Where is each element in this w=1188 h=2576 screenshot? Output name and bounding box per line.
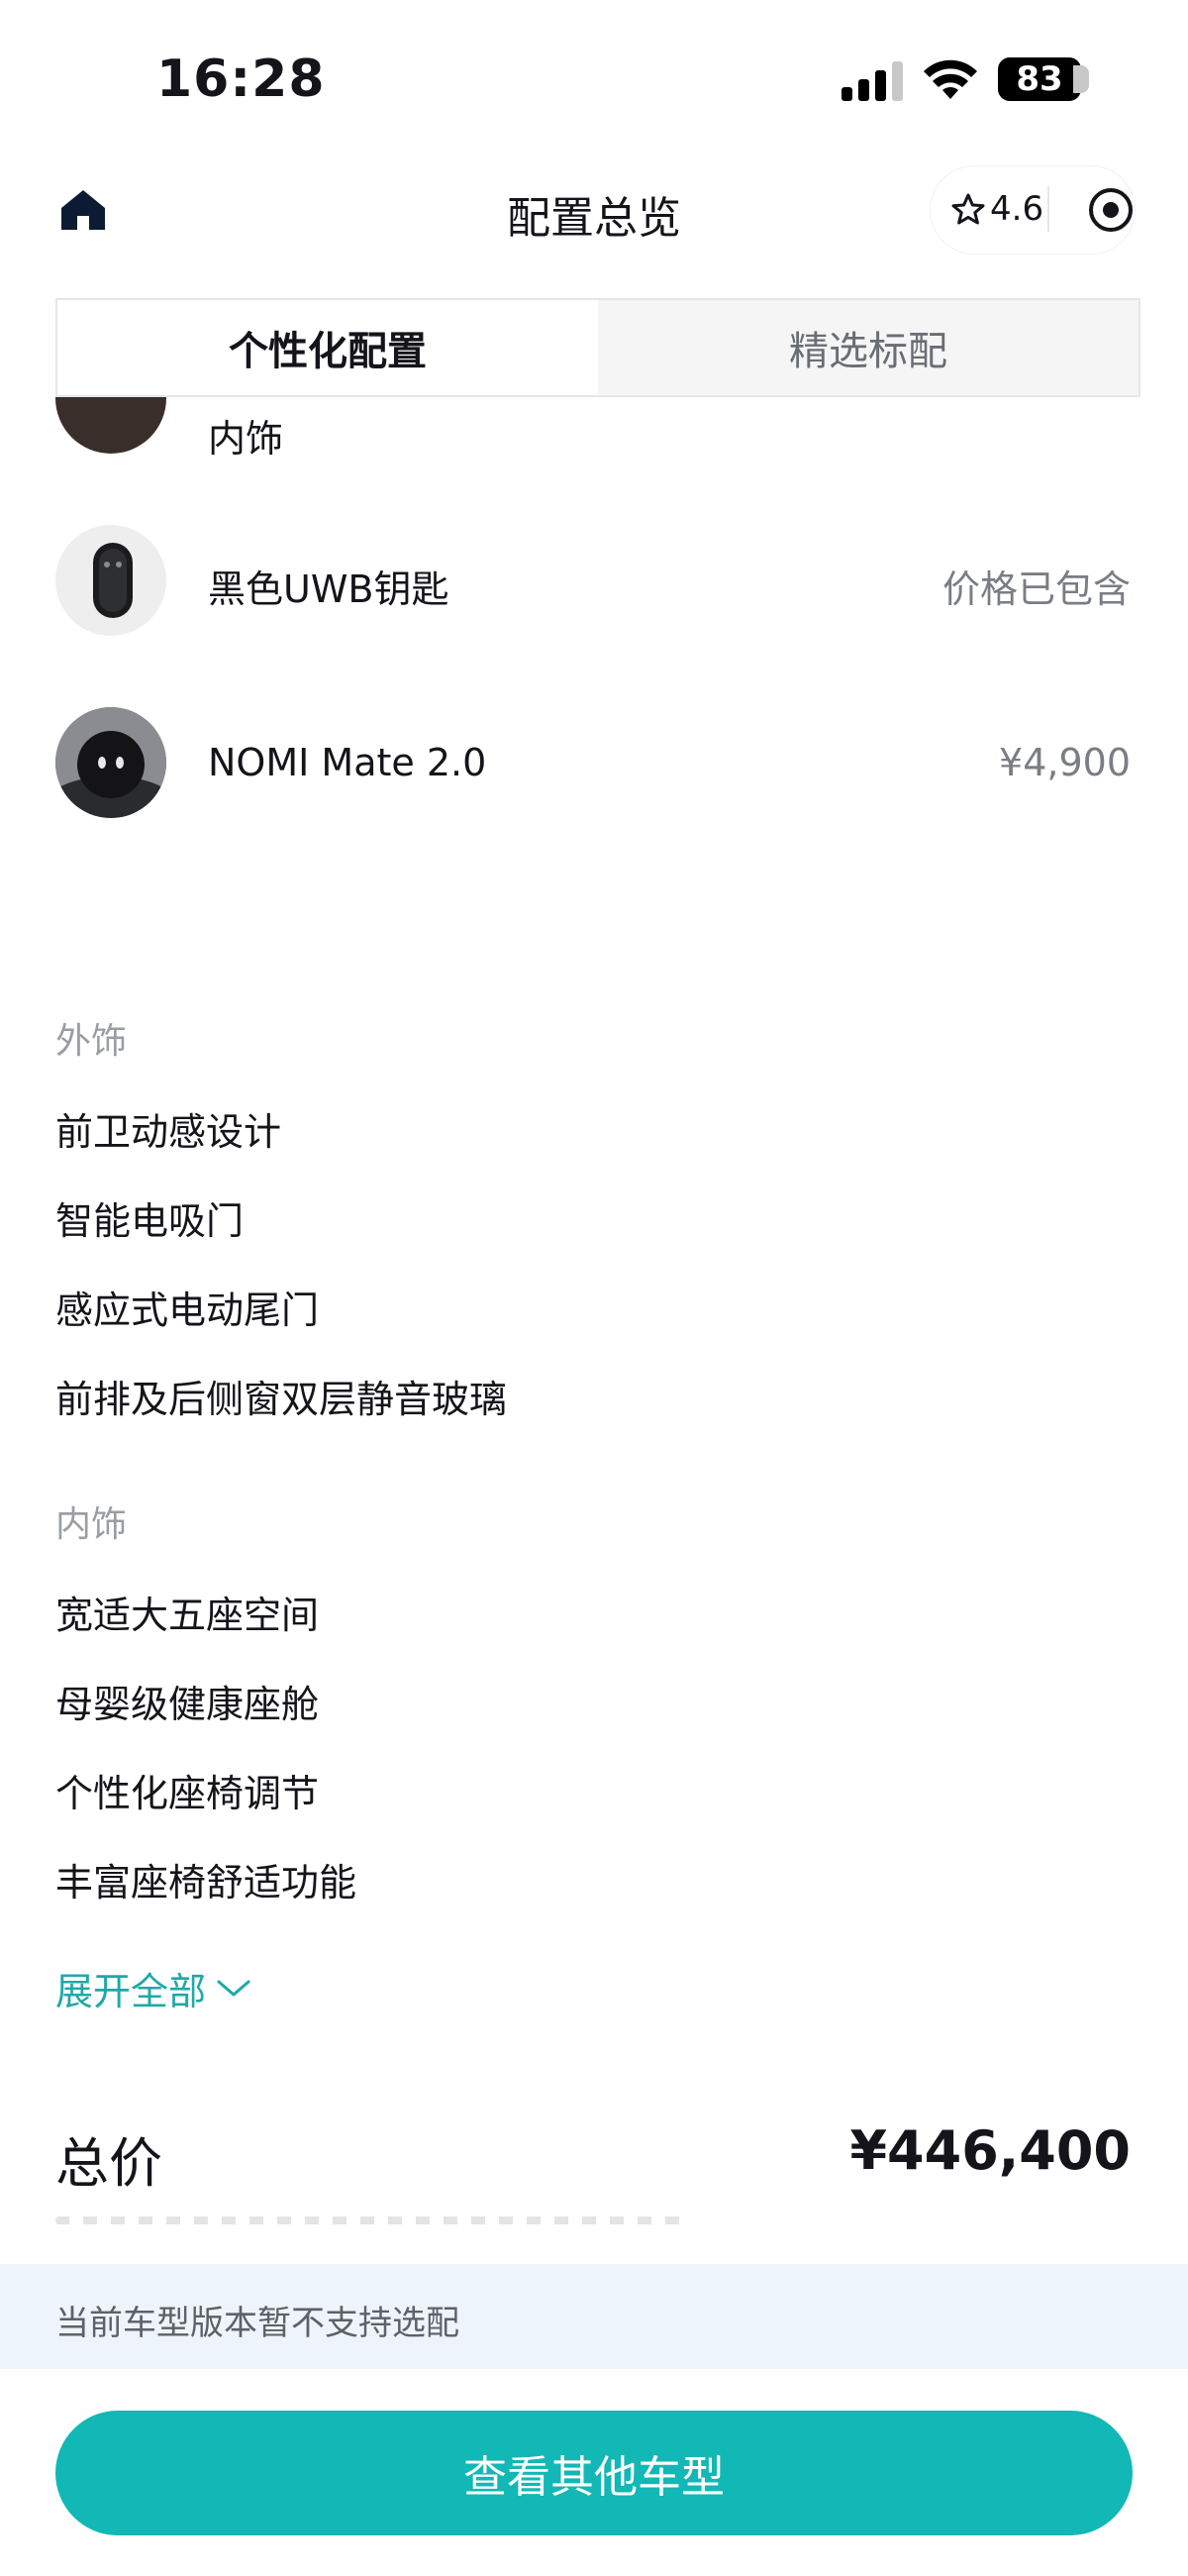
expand-all-label: 展开全部 xyxy=(55,1970,207,2013)
feature-item: 感应式电动尾门 xyxy=(55,1288,320,1332)
feature-item: 前卫动感设计 xyxy=(55,1110,282,1154)
partial-row-label: 内饰 xyxy=(208,417,284,461)
tab-personalized[interactable]: 个性化配置 xyxy=(57,300,598,395)
section-title-interior: 内饰 xyxy=(55,1504,128,1545)
section-title-exterior: 外饰 xyxy=(55,1021,128,1062)
option-label-nomi: NOMI Mate 2.0 xyxy=(208,741,487,784)
price-note-faded xyxy=(55,2216,689,2224)
feature-item: 智能电吸门 xyxy=(55,1199,245,1243)
config-tabs: 个性化配置 精选标配 xyxy=(55,298,1140,397)
wifi-icon xyxy=(924,59,977,99)
status-time: 16:28 xyxy=(156,50,326,109)
option-price-nomi: ¥4,900 xyxy=(999,741,1131,784)
feature-item: 丰富座椅舒适功能 xyxy=(55,1861,357,1905)
cellular-signal-icon xyxy=(842,61,905,101)
target-icon[interactable] xyxy=(1087,186,1135,234)
total-price-value: ¥446,400 xyxy=(849,2119,1131,2182)
chevron-down-icon xyxy=(217,1980,250,1996)
capsule-divider xyxy=(1047,186,1049,232)
feature-item: 个性化座椅调节 xyxy=(55,1772,320,1815)
total-price-label: 总价 xyxy=(55,2132,162,2195)
battery-tip xyxy=(1073,65,1089,93)
view-other-models-button[interactable]: 查看其他车型 xyxy=(55,2411,1133,2535)
rating-value[interactable]: 4.6 xyxy=(990,189,1043,229)
uwb-key-thumbnail xyxy=(55,525,166,636)
notice-text: 当前车型版本暂不支持选配 xyxy=(55,2304,459,2343)
feature-item: 宽适大五座空间 xyxy=(55,1594,320,1637)
feature-item: 前排及后侧窗双层静音玻璃 xyxy=(55,1378,508,1421)
feature-item: 母婴级健康座舱 xyxy=(55,1683,320,1726)
tab-standard[interactable]: 精选标配 xyxy=(598,300,1138,395)
option-price-uwb-key: 价格已包含 xyxy=(941,567,1131,611)
star-icon[interactable] xyxy=(950,192,986,228)
battery-icon: 83 xyxy=(998,57,1081,101)
option-label-uwb-key: 黑色UWB钥匙 xyxy=(208,567,449,611)
expand-all-link[interactable]: 展开全部 xyxy=(55,1961,251,2015)
nomi-mate-thumbnail xyxy=(55,707,166,818)
